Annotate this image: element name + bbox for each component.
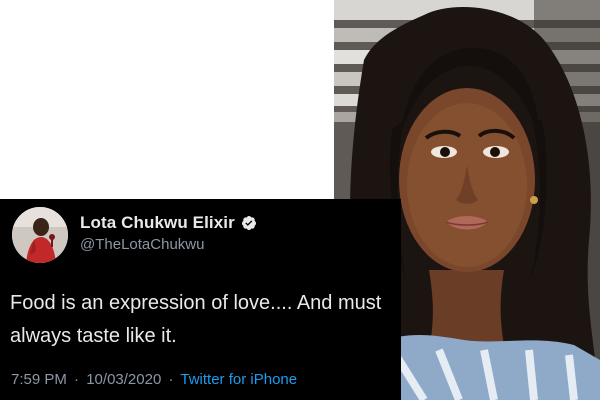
user-handle[interactable]: @TheLotaChukwu: [80, 236, 204, 253]
tweet-source-link[interactable]: Twitter for iPhone: [180, 371, 297, 388]
meta-separator: ·: [74, 371, 80, 388]
profile-avatar[interactable]: [12, 207, 68, 263]
display-name[interactable]: Lota Chukwu Elixir: [80, 213, 235, 233]
display-name-row: Lota Chukwu Elixir: [80, 213, 257, 233]
verified-badge-icon: [241, 215, 257, 231]
tweet-text: Food is an expression of love.... And mu…: [10, 292, 382, 347]
tweet-time[interactable]: 7:59 PM: [11, 371, 67, 388]
tweet-card: Lota Chukwu Elixir @TheLotaChukwu Food i…: [0, 199, 401, 400]
screenshot-canvas: Lota Chukwu Elixir @TheLotaChukwu Food i…: [0, 0, 600, 400]
tweet-meta: 7:59 PM · 10/03/2020 · Twitter for iPhon…: [11, 371, 297, 388]
meta-separator: ·: [168, 371, 174, 388]
tweet-date[interactable]: 10/03/2020: [86, 371, 161, 388]
